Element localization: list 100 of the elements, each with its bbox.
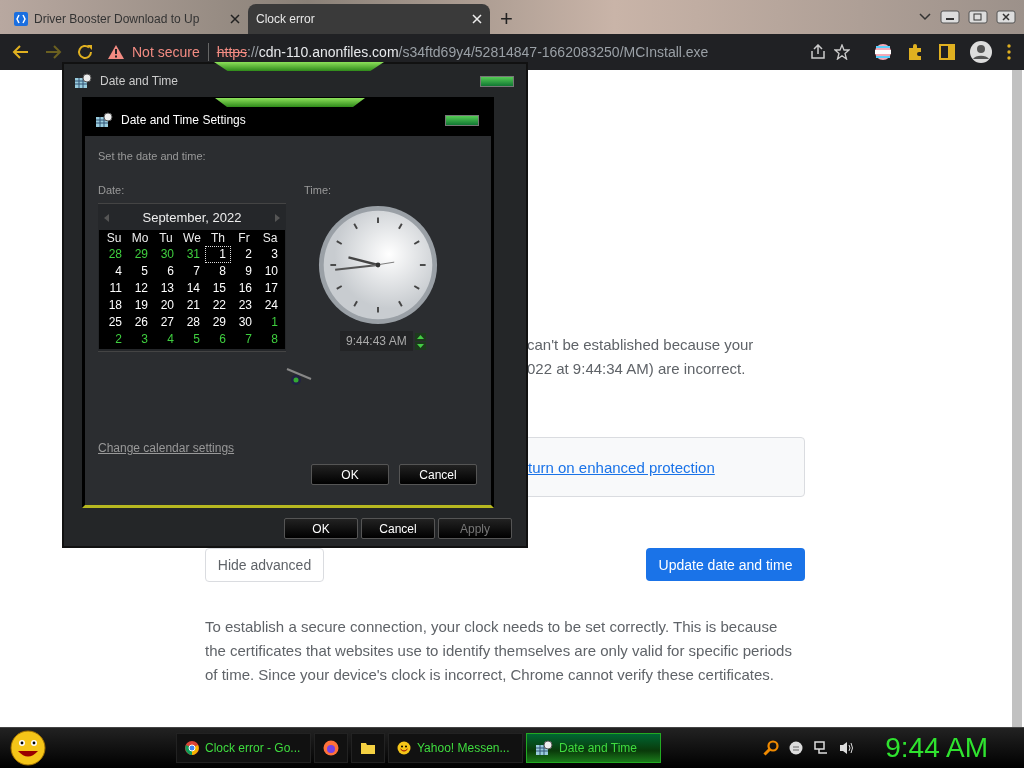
time-label: Time: (304, 184, 332, 196)
calendar-day[interactable]: 24 (257, 297, 283, 314)
smiley-start-icon[interactable] (10, 730, 46, 766)
time-spinner[interactable] (414, 332, 426, 350)
close-button[interactable] (445, 114, 479, 126)
calendar-day[interactable]: 9 (231, 263, 257, 280)
calendar-day[interactable]: 3 (257, 246, 283, 263)
calendar-day[interactable]: 25 (101, 314, 127, 331)
sidebar-icon[interactable] (938, 43, 956, 61)
dropdown-icon[interactable] (918, 12, 932, 22)
calendar-day[interactable]: 4 (153, 331, 179, 348)
taskbar-button[interactable]: Clock error - Go... (176, 733, 311, 763)
calendar-day[interactable]: 2 (101, 331, 127, 348)
network-icon[interactable] (813, 740, 830, 756)
calendar-day[interactable]: 5 (179, 331, 205, 348)
close-icon[interactable] (230, 14, 240, 24)
calendar-clock-icon (535, 740, 553, 756)
taskbar-button[interactable]: Yahoo! Messen... (388, 733, 523, 763)
error-text: 022 at 9:44:34 AM) are incorrect. (527, 359, 746, 379)
calendar-clock-icon (95, 112, 113, 128)
date-label: Date: (98, 184, 126, 196)
up-arrow-icon[interactable] (414, 332, 426, 341)
calendar-day[interactable]: 6 (153, 263, 179, 280)
calendar-day[interactable]: 8 (257, 331, 283, 348)
taskbar-button[interactable] (351, 733, 385, 763)
down-arrow-icon[interactable] (414, 341, 426, 350)
new-tab-button[interactable]: + (490, 4, 523, 34)
hide-advanced-button[interactable]: Hide advanced (205, 548, 324, 582)
flag-icon[interactable] (874, 43, 892, 61)
close-button[interactable] (480, 75, 514, 87)
calendar-day[interactable]: 20 (153, 297, 179, 314)
dialog-button[interactable]: Cancel (399, 464, 477, 485)
security-label: Not secure (132, 44, 200, 60)
calendar-day[interactable]: 29 (127, 246, 153, 263)
calendar-day[interactable]: 28 (179, 314, 205, 331)
calendar-day[interactable]: 29 (205, 314, 231, 331)
calendar-day[interactable]: 22 (205, 297, 231, 314)
calendar-day[interactable]: 18 (101, 297, 127, 314)
calendar-day[interactable]: 21 (179, 297, 205, 314)
forward-icon[interactable] (44, 43, 62, 61)
calendar-day[interactable]: 10 (257, 263, 283, 280)
search-icon[interactable] (763, 740, 780, 756)
taskbar-clock[interactable]: 9:44 AM (885, 732, 988, 764)
browser-tab[interactable]: Clock error (248, 4, 490, 34)
browser-tab[interactable]: Driver Booster Download to Up (6, 4, 248, 34)
calendar-day[interactable]: 30 (153, 246, 179, 263)
warning-icon (108, 45, 124, 59)
calendar-day[interactable]: 15 (205, 280, 231, 297)
time-field[interactable]: 9:44:43 AM (340, 331, 413, 351)
dialog-button[interactable]: OK (311, 464, 389, 485)
calendar-day[interactable]: 13 (153, 280, 179, 297)
calendar-day[interactable]: 4 (101, 263, 127, 280)
page-icon (14, 12, 28, 26)
dialog-button[interactable]: OK (284, 518, 358, 539)
reload-icon[interactable] (76, 43, 94, 61)
month-title[interactable]: September, 2022 (142, 210, 242, 225)
star-icon[interactable] (834, 44, 850, 60)
back-icon[interactable] (12, 43, 30, 61)
calendar-day[interactable]: 2 (231, 246, 257, 263)
restore-icon[interactable] (968, 10, 988, 24)
calendar-settings-link[interactable]: Change calendar settings (98, 441, 235, 455)
puzzle-icon[interactable] (906, 43, 924, 61)
calendar-day[interactable]: 5 (127, 263, 153, 280)
profile-icon[interactable] (970, 41, 992, 63)
menu-icon[interactable] (1006, 43, 1012, 61)
taskbar-button[interactable] (314, 733, 348, 763)
share-icon[interactable] (810, 44, 826, 60)
calendar-day[interactable]: 28 (101, 246, 127, 263)
calendar-day[interactable]: 19 (127, 297, 153, 314)
calendar-day[interactable]: 23 (231, 297, 257, 314)
calendar-day[interactable]: 11 (101, 280, 127, 297)
calendar-day[interactable]: 16 (231, 280, 257, 297)
weekday-label: Fr (237, 231, 251, 246)
calendar-day[interactable]: 1 (257, 314, 283, 331)
taskbar-button[interactable]: Date and Time (526, 733, 661, 763)
calendar-day[interactable]: 30 (231, 314, 257, 331)
minimize-icon[interactable] (940, 10, 960, 24)
url-text: https://cdn-110.anonfiles.com/s34ftd69y4/52814847-1662083250/MCInstall.exe (216, 44, 709, 60)
calendar-day[interactable]: 17 (257, 280, 283, 297)
error-text: can't be established because your (527, 335, 754, 355)
dialog-button[interactable]: Cancel (361, 518, 435, 539)
calendar-day[interactable]: 27 (153, 314, 179, 331)
enhanced-protection-link[interactable]: turn on enhanced protection (528, 458, 715, 476)
calendar-day[interactable]: 14 (179, 280, 205, 297)
volume-icon[interactable] (839, 740, 856, 756)
scrollbar[interactable] (1012, 70, 1022, 727)
calendar-day[interactable]: 7 (231, 331, 257, 348)
calendar-day[interactable]: 8 (205, 263, 231, 280)
weekday-label: We (182, 231, 202, 246)
calendar-day[interactable]: 3 (127, 331, 153, 348)
calendar-clock-icon (74, 73, 92, 89)
close-icon[interactable] (996, 10, 1016, 24)
calendar-day[interactable]: 7 (179, 263, 205, 280)
window-title: Date and Time (100, 74, 179, 88)
update-date-button[interactable]: Update date and time (646, 548, 805, 581)
calendar-day[interactable]: 12 (127, 280, 153, 297)
calendar-day[interactable]: 26 (127, 314, 153, 331)
calendar-day[interactable]: 1 (205, 246, 231, 263)
calendar-day[interactable]: 6 (205, 331, 231, 348)
calendar-day[interactable]: 31 (179, 246, 205, 263)
